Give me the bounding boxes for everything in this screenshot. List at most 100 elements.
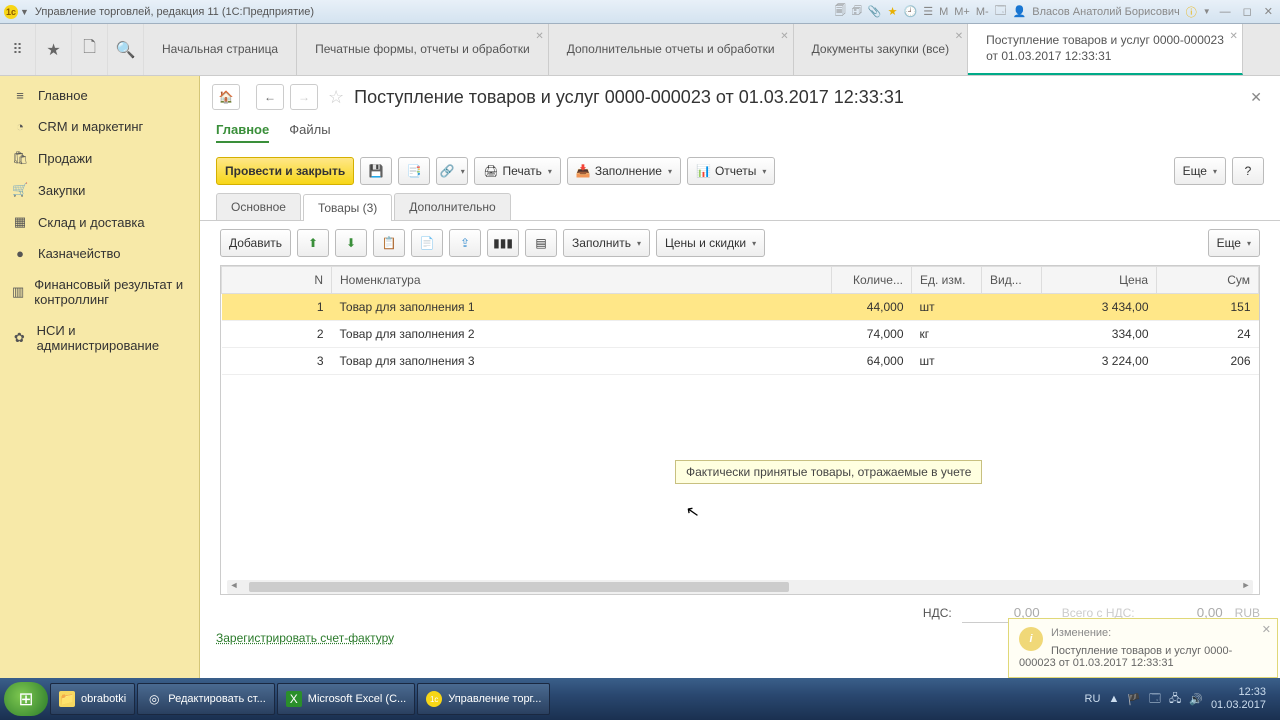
info-icon[interactable]: ⓘ: [1186, 4, 1197, 20]
sound-icon[interactable]: 🔊: [1189, 693, 1203, 706]
apps-icon[interactable]: ⠿: [0, 24, 36, 75]
move-down-button[interactable]: ⬇: [335, 229, 367, 257]
nav-tab-forms[interactable]: Печатные формы, отчеты и обработки✕: [297, 24, 549, 75]
goods-table[interactable]: N Номенклатура Количе... Ед. изм. Вид...…: [220, 265, 1260, 595]
task-folder[interactable]: 📁obrabotki: [50, 683, 135, 715]
table-body-area[interactable]: [221, 375, 1259, 594]
tool-icon[interactable]: 🗐: [835, 2, 846, 21]
favorite-icon[interactable]: ★: [888, 5, 898, 18]
col-nomenclature[interactable]: Номенклатура: [332, 267, 832, 294]
battery-icon[interactable]: 🗔: [1149, 690, 1161, 709]
history-icon[interactable]: 🕘: [903, 5, 917, 18]
star-icon[interactable]: ★: [36, 24, 72, 75]
fill-button[interactable]: 📥 Заполнение▾: [567, 157, 681, 185]
close-icon[interactable]: ✕: [955, 30, 963, 43]
share-button[interactable]: ⇪: [449, 229, 481, 257]
close-icon[interactable]: ✕: [535, 30, 543, 43]
prices-button[interactable]: Цены и скидки▾: [656, 229, 765, 257]
close-button[interactable]: ✕: [1261, 5, 1276, 18]
reports-button[interactable]: 📊 Отчеты▾: [687, 157, 775, 185]
col-price[interactable]: Цена: [1042, 267, 1157, 294]
sidebar-item-main[interactable]: ≡Главное: [0, 80, 199, 111]
tool-icon[interactable]: ☰: [923, 5, 933, 18]
link-button[interactable]: 🔗▾: [436, 157, 468, 185]
scroll-left-icon[interactable]: ◄: [227, 580, 241, 590]
print-button[interactable]: 🖨 Печать▾: [474, 157, 561, 185]
nav-tab-docs[interactable]: Документы закупки (все)✕: [794, 24, 968, 75]
home-button[interactable]: 🏠: [212, 84, 240, 110]
close-icon[interactable]: ✕: [780, 30, 788, 43]
subtab-files[interactable]: Файлы: [289, 122, 330, 143]
notification[interactable]: ✕ i Изменение: Поступление товаров и усл…: [1008, 618, 1278, 678]
fill-table-button[interactable]: Заполнить▾: [563, 229, 650, 257]
tool-icon[interactable]: 🗔: [995, 2, 1007, 21]
copy-button[interactable]: 📋: [373, 229, 405, 257]
scroll-right-icon[interactable]: ►: [1239, 580, 1253, 590]
nav-tab-home[interactable]: Начальная страница: [144, 24, 297, 75]
close-icon[interactable]: ✕: [1230, 30, 1238, 43]
tool-icon[interactable]: 🗊: [852, 2, 862, 21]
m-button[interactable]: M: [939, 6, 948, 18]
table-row[interactable]: 3Товар для заполнения 364,000шт3 224,002…: [222, 348, 1259, 375]
lang-indicator[interactable]: RU: [1085, 693, 1101, 705]
hscrollbar[interactable]: ◄ ►: [227, 580, 1253, 594]
move-up-button[interactable]: ⬆: [297, 229, 329, 257]
back-button[interactable]: ←: [256, 84, 284, 110]
post-close-button[interactable]: Провести и закрыть: [216, 157, 354, 185]
col-vid[interactable]: Вид...: [982, 267, 1042, 294]
paste-button[interactable]: 📄: [411, 229, 443, 257]
sidebar-item-finance[interactable]: ▥Финансовый результат и контроллинг: [0, 269, 199, 315]
tab-extra[interactable]: Дополнительно: [394, 193, 510, 220]
maximize-button[interactable]: ◻: [1240, 5, 1255, 18]
flag-icon[interactable]: 🏴: [1127, 693, 1141, 706]
clock[interactable]: 12:3301.03.2017: [1211, 686, 1266, 712]
sidebar-item-crm[interactable]: ◔CRM и маркетинг: [0, 111, 199, 142]
search-icon[interactable]: 🔍: [108, 24, 144, 75]
col-n[interactable]: N: [222, 267, 332, 294]
nav-tab-reports[interactable]: Дополнительные отчеты и обработки✕: [549, 24, 794, 75]
sidebar-item-purchase[interactable]: 🛒Закупки: [0, 174, 199, 206]
tool-icon[interactable]: 📎: [868, 5, 882, 18]
start-button[interactable]: ⊞: [4, 682, 48, 716]
barcode-button[interactable]: ▮▮▮: [487, 229, 519, 257]
drop-icon[interactable]: ▼: [1203, 7, 1211, 16]
forward-button[interactable]: →: [290, 84, 318, 110]
table-row[interactable]: 2Товар для заполнения 274,000кг334,0024: [222, 321, 1259, 348]
tray-icon[interactable]: ▲: [1108, 693, 1119, 705]
info-icon: i: [1019, 627, 1043, 651]
dropdown-icon[interactable]: ▼: [20, 7, 29, 17]
list-button[interactable]: ▤: [525, 229, 557, 257]
help-button[interactable]: ?: [1232, 157, 1264, 185]
sidebar-item-warehouse[interactable]: ▦Склад и доставка: [0, 206, 199, 238]
table-more-button[interactable]: Еще▾: [1208, 229, 1260, 257]
tab-goods[interactable]: Товары (3): [303, 194, 392, 221]
sidebar-item-admin[interactable]: ✿НСИ и администрирование: [0, 315, 199, 361]
star-icon[interactable]: ☆: [328, 87, 344, 108]
sidebar-item-sales[interactable]: 🛍Продажи: [0, 142, 199, 174]
minimize-button[interactable]: —: [1217, 6, 1234, 18]
mplus-button[interactable]: M+: [954, 6, 970, 18]
subtab-main[interactable]: Главное: [216, 122, 269, 143]
col-unit[interactable]: Ед. изм.: [912, 267, 982, 294]
add-row-button[interactable]: Добавить: [220, 229, 291, 257]
table-row[interactable]: 1Товар для заполнения 144,000шт3 434,001…: [222, 294, 1259, 321]
mminus-button[interactable]: M-: [976, 6, 989, 18]
post-button[interactable]: 📑: [398, 157, 430, 185]
sidebar-item-treasury[interactable]: ●Казначейство: [0, 238, 199, 269]
close-doc-button[interactable]: ✕: [1250, 89, 1268, 106]
more-button[interactable]: Еще▾: [1174, 157, 1226, 185]
task-excel[interactable]: XMicrosoft Excel (C...: [277, 683, 415, 715]
close-icon[interactable]: ✕: [1262, 623, 1271, 636]
save-button[interactable]: 💾: [360, 157, 392, 185]
network-icon[interactable]: 🖧: [1169, 690, 1181, 709]
nav-tab-active[interactable]: Поступление товаров и услуг 0000-000023о…: [968, 24, 1243, 75]
task-chrome[interactable]: ◎Редактировать ст...: [137, 683, 275, 715]
col-qty[interactable]: Количе...: [832, 267, 912, 294]
notif-title: Изменение:: [1019, 627, 1267, 639]
scroll-thumb[interactable]: [249, 582, 789, 592]
clip-icon[interactable]: 🗋: [72, 24, 108, 75]
task-1c[interactable]: 1cУправление торг...: [417, 683, 550, 715]
user-name[interactable]: Власов Анатолий Борисович: [1032, 6, 1179, 18]
tab-basic[interactable]: Основное: [216, 193, 301, 220]
col-sum[interactable]: Сум: [1157, 267, 1259, 294]
